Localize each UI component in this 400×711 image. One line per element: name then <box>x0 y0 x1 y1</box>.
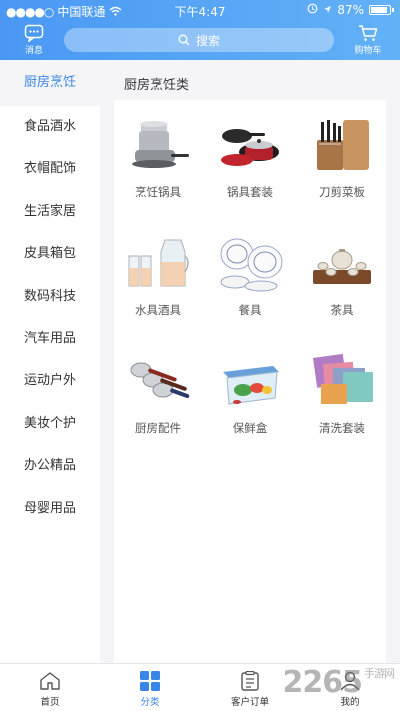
sidebar-item-home[interactable]: 生活家居 <box>0 191 100 233</box>
product-label: 厨房配件 <box>135 421 181 435</box>
product-grid: 烹饪锅具 锅具套装 刀剪菜板 水具酒具 餐具 茶具 厨房配件 保鲜盒 清洗套装 <box>114 108 386 462</box>
sidebar-item-office[interactable]: 办公精品 <box>0 445 100 487</box>
product-item-cleaning-set[interactable]: 清洗套装 <box>296 344 388 462</box>
home-icon <box>40 672 60 690</box>
sidebar-item-baby[interactable]: 母婴用品 <box>0 488 100 530</box>
battery-percent: 87% <box>337 3 364 17</box>
battery-icon <box>369 5 391 15</box>
section-title: 厨房烹饪类 <box>124 78 190 93</box>
header: ●●●●○ 中国联通 下午4:47 87% 消息 搜索 购物车 <box>0 0 400 60</box>
search-bar[interactable]: 搜索 <box>64 28 334 52</box>
tab-home[interactable]: 首页 <box>0 664 100 711</box>
nav-row: 消息 搜索 购物车 <box>0 24 400 58</box>
tab-category[interactable]: 分类 <box>100 664 200 711</box>
message-label: 消息 <box>24 46 43 56</box>
product-panel: 烹饪锅具 锅具套装 刀剪菜板 水具酒具 餐具 茶具 厨房配件 保鲜盒 清洗套装 <box>114 100 386 663</box>
product-item-tableware[interactable]: 餐具 <box>204 226 296 344</box>
cookware-icon <box>132 121 189 168</box>
cart-icon <box>359 25 378 41</box>
tea-set-icon <box>313 249 371 284</box>
product-label: 水具酒具 <box>135 303 181 317</box>
tab-label: 分类 <box>140 697 160 708</box>
location-icon <box>323 3 332 17</box>
product-item-drinkware[interactable]: 水具酒具 <box>112 226 204 344</box>
pan-set-icon <box>221 129 279 166</box>
product-label: 餐具 <box>238 303 262 317</box>
watermark-text: 2265 <box>282 665 363 700</box>
product-item-knives-board[interactable]: 刀剪菜板 <box>296 108 388 226</box>
sidebar-item-kitchen[interactable]: 厨房烹饪 <box>0 60 100 106</box>
search-icon <box>178 34 190 46</box>
product-item-tea-set[interactable]: 茶具 <box>296 226 388 344</box>
product-item-kitchen-tools[interactable]: 厨房配件 <box>112 344 204 462</box>
sidebar-item-apparel[interactable]: 衣帽配饰 <box>0 148 100 190</box>
category-sidebar: 厨房烹饪 食品酒水 衣帽配饰 生活家居 皮具箱包 数码科技 汽车用品 运动户外 … <box>0 60 100 663</box>
category-icon <box>140 671 160 691</box>
product-label: 茶具 <box>330 303 354 317</box>
product-label: 刀剪菜板 <box>319 185 365 199</box>
message-icon <box>24 24 44 42</box>
message-button[interactable]: 消息 <box>18 24 50 56</box>
cleaning-cloth-icon <box>313 353 373 404</box>
product-label: 清洗套装 <box>319 421 365 435</box>
glassware-icon <box>128 239 189 287</box>
category-content: 厨房烹饪类 烹饪锅具 锅具套装 刀剪菜板 水具酒具 餐具 茶具 厨房配件 保鲜盒… <box>100 60 400 663</box>
kitchen-tools-icon <box>130 362 190 399</box>
product-label: 烹饪锅具 <box>135 185 181 199</box>
sidebar-item-leather-bags[interactable]: 皮具箱包 <box>0 233 100 275</box>
alarm-icon <box>307 3 318 17</box>
tab-label: 首页 <box>40 697 60 708</box>
search-placeholder: 搜索 <box>195 33 220 48</box>
product-item-pan-set[interactable]: 锅具套装 <box>204 108 296 226</box>
sidebar-item-digital[interactable]: 数码科技 <box>0 276 100 318</box>
order-icon <box>241 671 259 691</box>
cart-label: 购物车 <box>354 46 382 56</box>
status-bar: ●●●●○ 中国联通 下午4:47 87% <box>0 0 400 20</box>
cart-button[interactable]: 购物车 <box>348 24 388 56</box>
sidebar-item-sports[interactable]: 运动户外 <box>0 360 100 402</box>
product-label: 保鲜盒 <box>232 421 268 435</box>
sidebar-item-beauty[interactable]: 美妆个护 <box>0 403 100 445</box>
product-item-food-container[interactable]: 保鲜盒 <box>204 344 296 462</box>
tableware-icon <box>220 238 283 292</box>
sidebar-item-auto[interactable]: 汽车用品 <box>0 318 100 360</box>
product-label: 锅具套装 <box>227 185 273 199</box>
tab-label: 客户订单 <box>230 697 269 708</box>
watermark-sub: 手游网 <box>364 667 395 680</box>
knife-board-icon <box>317 120 369 170</box>
watermark: 2265 手游网 <box>282 665 396 700</box>
food-container-icon <box>223 366 279 405</box>
product-item-cookware[interactable]: 烹饪锅具 <box>112 108 204 226</box>
sidebar-item-food-drinks[interactable]: 食品酒水 <box>0 106 100 148</box>
